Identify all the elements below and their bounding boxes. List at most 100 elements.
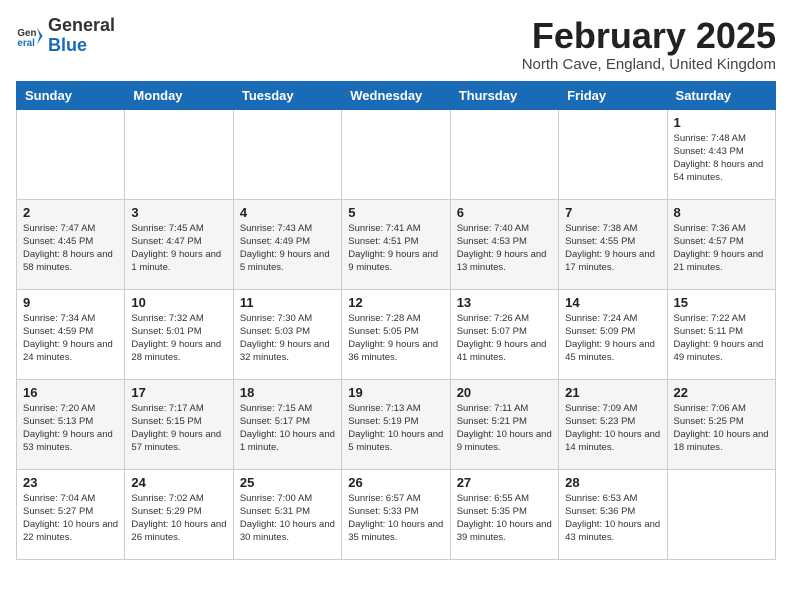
day-info: Sunrise: 7:17 AM Sunset: 5:15 PM Dayligh…: [131, 402, 226, 455]
day-number: 15: [674, 295, 769, 310]
day-cell: 3Sunrise: 7:45 AM Sunset: 4:47 PM Daylig…: [125, 199, 233, 289]
day-info: Sunrise: 7:48 AM Sunset: 4:43 PM Dayligh…: [674, 132, 769, 185]
day-cell: 16 Sunrise: 7:20 AM Sunset: 5:13 PM Dayli…: [17, 379, 125, 469]
day-cell: 6 Sunrise: 7:40 AM Sunset: 4:53 PM Daylig…: [450, 199, 558, 289]
week-row-4: 23 Sunrise: 7:04 AM Sunset: 5:27 PM Dayli…: [17, 469, 776, 559]
day-number: 18: [240, 385, 335, 400]
day-info: Sunrise: 7:00 AM Sunset: 5:31 PM Dayligh…: [240, 492, 335, 545]
day-info: Sunrise: 6:53 AM Sunset: 5:36 PM Dayligh…: [565, 492, 660, 545]
day-number: 20: [457, 385, 552, 400]
day-number: 7: [565, 205, 660, 220]
week-row-1: 2 Sunrise: 7:47 AM Sunset: 4:45 PM Daylig…: [17, 199, 776, 289]
logo-blue-text: Blue: [48, 35, 87, 55]
day-number: 23: [23, 475, 118, 490]
day-number: 17: [131, 385, 226, 400]
logo-icon: Gen eral: [16, 22, 44, 50]
day-number: 4: [240, 205, 335, 220]
svg-text:eral: eral: [17, 38, 35, 49]
weekday-header-row: SundayMondayTuesdayWednesdayThursdayFrid…: [17, 81, 776, 109]
day-cell: [450, 109, 558, 199]
day-cell: 15 Sunrise: 7:22 AM Sunset: 5:11 PM Dayli…: [667, 289, 775, 379]
day-info: Sunrise: 7:15 AM Sunset: 5:17 PM Dayligh…: [240, 402, 335, 455]
day-number: 10: [131, 295, 226, 310]
day-number: 6: [457, 205, 552, 220]
location: North Cave, England, United Kingdom: [522, 56, 776, 73]
day-number: 11: [240, 295, 335, 310]
day-number: 1: [674, 115, 769, 130]
day-number: 27: [457, 475, 552, 490]
day-cell: 11 Sunrise: 7:30 AM Sunset: 5:03 PM Dayli…: [233, 289, 341, 379]
day-number: 19: [348, 385, 443, 400]
day-cell: 7Sunrise: 7:38 AM Sunset: 4:55 PM Daylig…: [559, 199, 667, 289]
weekday-sunday: Sunday: [17, 81, 125, 109]
weekday-thursday: Thursday: [450, 81, 558, 109]
day-info: Sunrise: 7:24 AM Sunset: 5:09 PM Dayligh…: [565, 312, 660, 365]
day-cell: 22 Sunrise: 7:06 AM Sunset: 5:25 PM Dayli…: [667, 379, 775, 469]
day-cell: 28 Sunrise: 6:53 AM Sunset: 5:36 PM Dayli…: [559, 469, 667, 559]
day-cell: 21 Sunrise: 7:09 AM Sunset: 5:23 PM Dayli…: [559, 379, 667, 469]
day-number: 14: [565, 295, 660, 310]
title-area: February 2025 North Cave, England, Unite…: [522, 16, 776, 73]
day-cell: 24 Sunrise: 7:02 AM Sunset: 5:29 PM Dayli…: [125, 469, 233, 559]
day-cell: 2 Sunrise: 7:47 AM Sunset: 4:45 PM Daylig…: [17, 199, 125, 289]
day-info: Sunrise: 7:47 AM Sunset: 4:45 PM Dayligh…: [23, 222, 118, 275]
day-cell: 26Sunrise: 6:57 AM Sunset: 5:33 PM Dayli…: [342, 469, 450, 559]
day-info: Sunrise: 7:02 AM Sunset: 5:29 PM Dayligh…: [131, 492, 226, 545]
day-info: Sunrise: 7:34 AM Sunset: 4:59 PM Dayligh…: [23, 312, 118, 365]
day-cell: 18 Sunrise: 7:15 AM Sunset: 5:17 PM Dayli…: [233, 379, 341, 469]
calendar-header: SundayMondayTuesdayWednesdayThursdayFrid…: [17, 81, 776, 109]
day-info: Sunrise: 7:06 AM Sunset: 5:25 PM Dayligh…: [674, 402, 769, 455]
day-info: Sunrise: 7:32 AM Sunset: 5:01 PM Dayligh…: [131, 312, 226, 365]
day-cell: 4 Sunrise: 7:43 AM Sunset: 4:49 PM Daylig…: [233, 199, 341, 289]
day-cell: 13 Sunrise: 7:26 AM Sunset: 5:07 PM Dayli…: [450, 289, 558, 379]
logo-general-text: General: [48, 15, 115, 35]
day-info: Sunrise: 7:26 AM Sunset: 5:07 PM Dayligh…: [457, 312, 552, 365]
day-info: Sunrise: 6:55 AM Sunset: 5:35 PM Dayligh…: [457, 492, 552, 545]
day-number: 26: [348, 475, 443, 490]
logo: Gen eral General Blue: [16, 16, 115, 56]
day-cell: 8 Sunrise: 7:36 AM Sunset: 4:57 PM Daylig…: [667, 199, 775, 289]
day-info: Sunrise: 7:43 AM Sunset: 4:49 PM Dayligh…: [240, 222, 335, 275]
day-number: 24: [131, 475, 226, 490]
day-cell: 12 Sunrise: 7:28 AM Sunset: 5:05 PM Dayli…: [342, 289, 450, 379]
day-info: Sunrise: 7:09 AM Sunset: 5:23 PM Dayligh…: [565, 402, 660, 455]
day-number: 28: [565, 475, 660, 490]
day-info: Sunrise: 7:30 AM Sunset: 5:03 PM Dayligh…: [240, 312, 335, 365]
day-info: Sunrise: 7:28 AM Sunset: 5:05 PM Dayligh…: [348, 312, 443, 365]
day-cell: 17 Sunrise: 7:17 AM Sunset: 5:15 PM Dayli…: [125, 379, 233, 469]
day-cell: 23 Sunrise: 7:04 AM Sunset: 5:27 PM Dayli…: [17, 469, 125, 559]
day-number: 2: [23, 205, 118, 220]
week-row-2: 9 Sunrise: 7:34 AM Sunset: 4:59 PM Daylig…: [17, 289, 776, 379]
day-cell: 27 Sunrise: 6:55 AM Sunset: 5:35 PM Dayli…: [450, 469, 558, 559]
week-row-0: 1 Sunrise: 7:48 AM Sunset: 4:43 PM Daylig…: [17, 109, 776, 199]
day-number: 21: [565, 385, 660, 400]
day-cell: [667, 469, 775, 559]
weekday-tuesday: Tuesday: [233, 81, 341, 109]
day-info: Sunrise: 7:04 AM Sunset: 5:27 PM Dayligh…: [23, 492, 118, 545]
calendar-body: 1 Sunrise: 7:48 AM Sunset: 4:43 PM Daylig…: [17, 109, 776, 559]
day-number: 13: [457, 295, 552, 310]
day-info: Sunrise: 7:40 AM Sunset: 4:53 PM Dayligh…: [457, 222, 552, 275]
day-info: Sunrise: 7:20 AM Sunset: 5:13 PM Dayligh…: [23, 402, 118, 455]
day-number: 16: [23, 385, 118, 400]
day-cell: 25Sunrise: 7:00 AM Sunset: 5:31 PM Dayli…: [233, 469, 341, 559]
weekday-friday: Friday: [559, 81, 667, 109]
day-info: Sunrise: 7:45 AM Sunset: 4:47 PM Dayligh…: [131, 222, 226, 275]
day-info: Sunrise: 7:22 AM Sunset: 5:11 PM Dayligh…: [674, 312, 769, 365]
day-info: Sunrise: 7:11 AM Sunset: 5:21 PM Dayligh…: [457, 402, 552, 455]
weekday-wednesday: Wednesday: [342, 81, 450, 109]
day-cell: [233, 109, 341, 199]
day-cell: 9 Sunrise: 7:34 AM Sunset: 4:59 PM Daylig…: [17, 289, 125, 379]
day-cell: [17, 109, 125, 199]
day-number: 12: [348, 295, 443, 310]
day-cell: [559, 109, 667, 199]
day-number: 22: [674, 385, 769, 400]
day-cell: 5Sunrise: 7:41 AM Sunset: 4:51 PM Daylig…: [342, 199, 450, 289]
day-number: 9: [23, 295, 118, 310]
weekday-saturday: Saturday: [667, 81, 775, 109]
day-cell: 10 Sunrise: 7:32 AM Sunset: 5:01 PM Dayli…: [125, 289, 233, 379]
day-info: Sunrise: 7:36 AM Sunset: 4:57 PM Dayligh…: [674, 222, 769, 275]
day-number: 8: [674, 205, 769, 220]
header: Gen eral General Blue February 2025 Nort…: [16, 16, 776, 73]
month-title: February 2025: [522, 16, 776, 56]
